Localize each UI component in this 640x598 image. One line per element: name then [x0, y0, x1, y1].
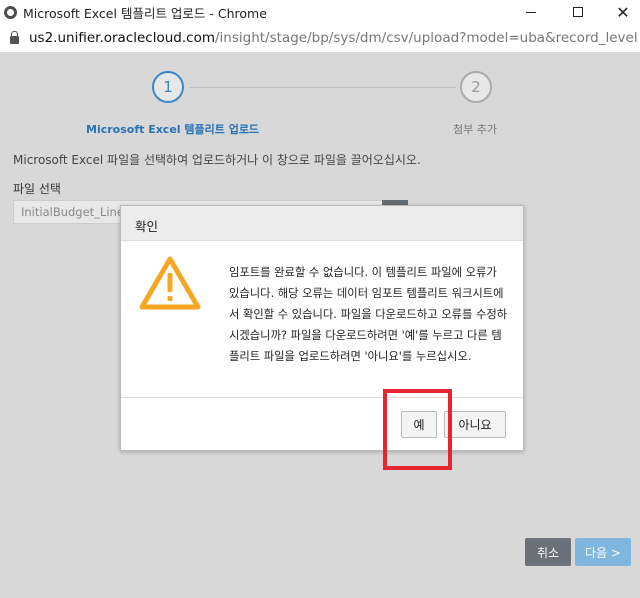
step-1-indicator: 1 — [152, 71, 184, 103]
lock-icon — [10, 31, 19, 44]
confirm-dialog: 확인 임포트를 완료할 수 없습니다. 이 템플리트 파일에 오류가 있습니다.… — [120, 205, 524, 451]
file-select-label: 파일 선택 — [13, 182, 61, 196]
next-button[interactable]: 다음 > — [575, 538, 631, 566]
highlight-annotation — [383, 389, 452, 470]
window-titlebar: Microsoft Excel 템플리트 업로드 - Chrome ✕ — [0, 0, 640, 24]
dialog-title: 확인 — [121, 206, 523, 241]
url-text[interactable]: us2.unifier.oraclecloud.com/insight/stag… — [29, 30, 639, 46]
url-path: /insight/stage/bp/sys/dm/csv/upload?mode… — [215, 30, 639, 46]
no-button[interactable]: 아니요 — [444, 411, 506, 438]
step-1-label: Microsoft Excel 템플리트 업로드 — [86, 123, 260, 136]
close-icon: ✕ — [616, 2, 630, 22]
step-2-label: 첨부 추가 — [453, 123, 497, 136]
address-bar[interactable]: us2.unifier.oraclecloud.com/insight/stag… — [0, 24, 640, 52]
upload-instruction: Microsoft Excel 파일을 선택하여 업로드하거나 이 창으로 파일… — [13, 153, 421, 167]
step-connector — [190, 87, 456, 88]
dialog-divider — [121, 397, 523, 398]
cancel-button[interactable]: 취소 — [525, 538, 571, 566]
dialog-message: 임포트를 완료할 수 없습니다. 이 템플리트 파일에 오류가 있습니다. 해당… — [229, 266, 508, 363]
step-2-indicator: 2 — [460, 71, 492, 103]
warning-triangle-icon — [139, 256, 201, 310]
maximize-icon — [573, 7, 583, 17]
chrome-icon — [4, 5, 17, 19]
minimize-button[interactable] — [508, 0, 554, 24]
upload-page: 1 2 Microsoft Excel 템플리트 업로드 첨부 추가 Micro… — [0, 52, 640, 598]
url-host: us2.unifier.oraclecloud.com — [29, 30, 215, 46]
maximize-button[interactable] — [555, 0, 601, 24]
close-button[interactable]: ✕ — [600, 0, 640, 24]
minimize-icon — [526, 11, 536, 13]
window-title: Microsoft Excel 템플리트 업로드 - Chrome — [23, 5, 267, 21]
